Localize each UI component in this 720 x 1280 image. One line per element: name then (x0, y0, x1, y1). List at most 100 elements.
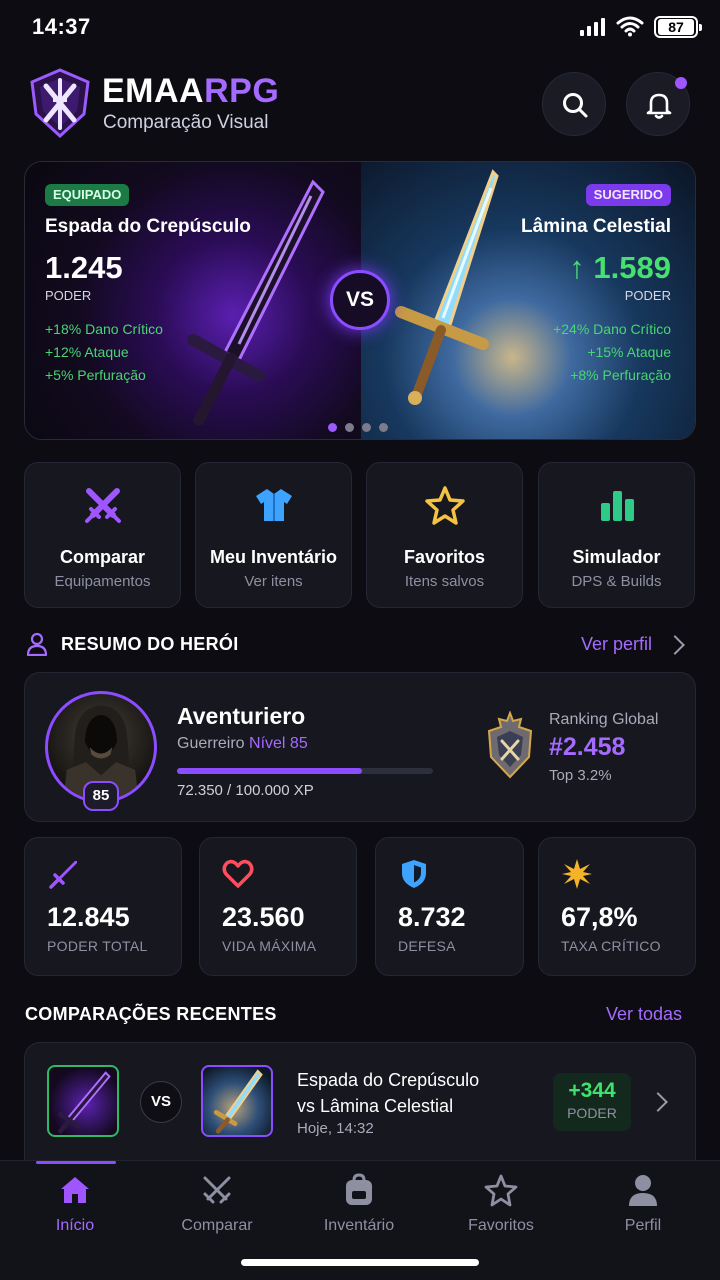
crossed-swords-icon (203, 1176, 231, 1204)
suggested-item-thumbnail (201, 1065, 273, 1137)
stat-card-critical[interactable]: 67,8% TAXA CRÍTICO (538, 837, 696, 976)
home-icon (61, 1177, 89, 1203)
favorites-action-card[interactable]: Favoritos Itens salvos (366, 462, 523, 608)
level-badge: 85 (83, 781, 119, 811)
simulator-action-card[interactable]: Simulador DPS & Builds (538, 462, 695, 608)
equipped-item-thumbnail (47, 1065, 119, 1137)
active-tab-indicator (36, 1161, 116, 1164)
xp-text: 72.350 / 100.000 XP (177, 782, 314, 799)
celestial-sword-thumb-image (213, 1069, 263, 1134)
app-logo-icon (30, 68, 90, 138)
tab-inventory[interactable]: Inventário (294, 1173, 424, 1235)
ranking-label: Ranking Global (549, 711, 659, 728)
shield-icon (402, 860, 426, 888)
equipped-item-stats: +18% Dano Crítico +12% Ataque +5% Perfur… (45, 318, 163, 387)
suggested-item-name: Lâmina Celestial (521, 216, 671, 237)
action-subtitle: Equipamentos (54, 573, 151, 590)
stat-label: DEFESA (398, 938, 456, 954)
user-icon (629, 1175, 657, 1206)
app-brand: EMAARPG (102, 72, 279, 111)
stat-bonus: +15% Ataque (587, 344, 671, 360)
backpack-icon (346, 1173, 372, 1205)
brand-main: EMAA (102, 72, 205, 110)
chevron-right-icon[interactable] (648, 1092, 668, 1112)
stat-label: TAXA CRÍTICO (561, 938, 661, 954)
hero-summary-card[interactable]: 85 Aventuriero Guerreiro Nível 85 72.350… (24, 672, 696, 822)
ranking-value: #2.458 (549, 733, 626, 761)
stat-bonus: +18% Dano Crítico (45, 321, 163, 337)
power-delta-value: +344 (568, 1079, 616, 1102)
power-delta-label: PODER (567, 1105, 617, 1121)
carousel-dot[interactable] (362, 423, 371, 432)
carousel-dot-active[interactable] (328, 423, 337, 432)
stat-card-defense[interactable]: 8.732 DEFESA (375, 837, 524, 976)
user-outline-icon (26, 632, 48, 656)
action-subtitle: DPS & Builds (571, 573, 662, 590)
celestial-sword-image (395, 169, 499, 405)
comparison-title: Espada do Crepúsculo vs Lâmina Celestial (297, 1067, 479, 1119)
stat-bonus: +8% Perfuração (570, 367, 671, 383)
heart-icon (222, 859, 254, 888)
stat-card-power[interactable]: 12.845 PODER TOTAL (24, 837, 182, 976)
view-profile-link[interactable]: Ver perfil (581, 634, 652, 655)
equipped-item-name: Espada do Crepúsculo (45, 216, 251, 237)
brand-accent: RPG (204, 72, 280, 110)
suggested-item-stats: +24% Dano Crítico +15% Ataque +8% Perfur… (553, 318, 671, 387)
inventory-action-card[interactable]: Meu Inventário Ver itens (195, 462, 352, 608)
stat-value: 8.732 (398, 902, 466, 932)
hero-summary-title: RESUMO DO HERÓI (61, 634, 239, 654)
tab-label: Inventário (323, 1217, 395, 1234)
sword-icon (49, 861, 77, 889)
hero-class-level: Guerreiro Nível 85 (177, 735, 308, 753)
vs-mini-badge: VS (140, 1081, 182, 1123)
notification-dot (675, 77, 687, 89)
recent-comparison-item[interactable]: VS Espada do Crepúsculo vs Lâmina Celest… (24, 1042, 696, 1160)
hero-level: Nível 85 (249, 735, 308, 752)
stat-label: VIDA MÁXIMA (222, 938, 317, 954)
carousel-dot[interactable] (379, 423, 388, 432)
tab-home[interactable]: Início (10, 1173, 140, 1235)
stat-label: PODER TOTAL (47, 938, 148, 954)
tab-compare[interactable]: Comparar (152, 1173, 282, 1235)
recent-comparisons-title: COMPARAÇÕES RECENTES (25, 1004, 277, 1024)
stat-card-health[interactable]: 23.560 VIDA MÁXIMA (199, 837, 357, 976)
chevron-right-icon[interactable] (665, 635, 685, 655)
vs-badge: VS (330, 270, 390, 330)
tab-label: Favoritos (468, 1217, 534, 1234)
power-delta-badge: +344 PODER (553, 1073, 631, 1131)
tab-profile[interactable]: Perfil (578, 1173, 708, 1235)
xp-progress-bar (177, 768, 433, 774)
hero-name: Aventuriero (177, 703, 306, 729)
stat-value: 67,8% (561, 902, 638, 932)
action-title: Comparar (59, 547, 146, 567)
search-icon (563, 93, 588, 118)
comparison-carousel[interactable]: EQUIPADO SUGERIDO Espada do Crepúsculo L… (24, 161, 696, 440)
suggested-item-power: ↑ 1.589 (569, 250, 671, 285)
stat-value: 12.845 (47, 902, 130, 932)
status-time: 14:37 (32, 14, 91, 39)
suggested-badge: SUGERIDO (585, 184, 671, 206)
action-title: Meu Inventário (209, 547, 338, 567)
xp-progress-fill (177, 768, 363, 774)
bell-icon (646, 93, 672, 119)
action-subtitle: Ver itens (244, 573, 303, 590)
shirt-icon (256, 489, 292, 521)
equipped-item-power: 1.245 (45, 250, 123, 285)
carousel-pagination[interactable] (328, 419, 396, 432)
stat-value: 23.560 (222, 902, 305, 932)
dark-sword-thumb-image (57, 1071, 111, 1134)
battery-icon: 87 (654, 16, 702, 38)
stat-bonus: +12% Ataque (45, 344, 129, 360)
carousel-dot[interactable] (345, 423, 354, 432)
comparison-title-line: vs Lâmina Celestial (297, 1096, 454, 1116)
tab-label: Início (55, 1217, 95, 1234)
burst-icon (562, 859, 592, 889)
compare-action-card[interactable]: Comparar Equipamentos (24, 462, 181, 608)
tab-favorites[interactable]: Favoritos (436, 1173, 566, 1235)
search-button[interactable] (542, 72, 606, 136)
view-all-link[interactable]: Ver todas (606, 1004, 682, 1025)
notifications-button[interactable] (626, 72, 690, 136)
stat-bonus: +24% Dano Crítico (553, 321, 671, 337)
suggested-power-label: PODER (624, 288, 671, 303)
battery-level: 87 (658, 19, 694, 35)
